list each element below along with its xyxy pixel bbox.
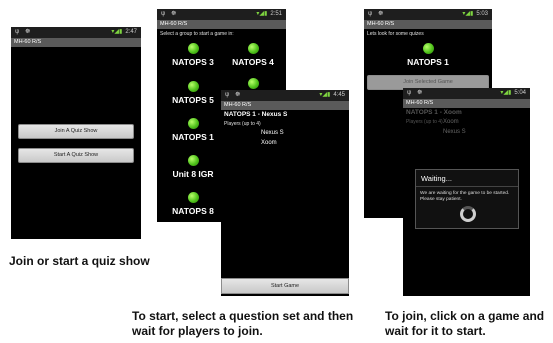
app-title-bar: MH-60 R/S [157, 20, 286, 29]
clock: 5:04 [514, 90, 526, 96]
clock: 4:45 [333, 92, 345, 98]
search-prompt: Lets look for some quizes [367, 31, 424, 37]
clock: 5:03 [476, 11, 488, 17]
green-dot-icon [187, 155, 199, 166]
group-extra-dot[interactable] [223, 78, 283, 89]
dialog-divider [416, 186, 518, 187]
clock: 2:47 [125, 29, 137, 35]
phone-host-lobby: ψ ☸ ▾◢▮ 4:45 MH-60 R/S NATOPS 1 - Nexus S… [221, 90, 349, 296]
phone-main-menu: ψ ☸ ▾◢▮ 2:47 MH-60 R/S Join A Quiz Show S… [11, 27, 141, 239]
group-natops-8[interactable]: NATOPS 8 [163, 192, 223, 216]
dialog-title: Waiting... [421, 174, 452, 183]
green-dot-icon [187, 192, 199, 203]
app-title-bar: MH-60 R/S [364, 20, 492, 29]
caption-join-or-start: Join or start a quiz show [9, 254, 150, 268]
clock: 2:51 [270, 11, 282, 17]
group-unit-8-igr[interactable]: Unit 8 IGR [163, 155, 223, 179]
game-title: NATOPS 1 - Nexus S [224, 111, 288, 118]
status-icons: ψ ☸ [368, 11, 386, 17]
group-natops-5[interactable]: NATOPS 5 [163, 81, 223, 105]
group-natops-4[interactable]: NATOPS 4 [223, 43, 283, 67]
status-bar: ψ ☸ ▾◢▮ 5:03 [364, 9, 492, 20]
player-item: Xoom [261, 140, 277, 146]
status-bar: ψ ☸ ▾◢▮ 4:45 [221, 90, 349, 101]
status-icons: ψ ☸ [15, 29, 33, 35]
player-item: Nexus S [443, 129, 466, 135]
start-game-button[interactable]: Start Game [221, 278, 349, 294]
green-dot-icon [187, 43, 199, 54]
caption-join-instructions: To join, click on a game and wait for it… [385, 309, 545, 338]
signal-icon: ▾◢▮ [319, 92, 331, 98]
player-item: Nexus S [261, 130, 284, 136]
status-bar: ψ ☸ ▾◢▮ 2:47 [11, 27, 141, 38]
players-label: Players (up to 4) [224, 121, 261, 127]
signal-icon: ▾◢▮ [462, 11, 474, 17]
spinner-icon [460, 206, 476, 222]
status-icons: ψ ☸ [225, 92, 243, 98]
waiting-dialog: Waiting... We are waiting for the game t… [415, 169, 519, 229]
players-label: Players (up to 4) [406, 119, 443, 125]
signal-icon: ▾◢▮ [111, 29, 123, 35]
app-title-bar: MH-60 R/S [403, 99, 530, 108]
group-natops-1[interactable]: NATOPS 1 [163, 118, 223, 142]
game-title: NATOPS 1 - Xoom [406, 109, 462, 116]
dialog-message: We are waiting for the game to be starte… [420, 191, 510, 202]
phone-waiting: ψ ☸ ▾◢▮ 5:04 MH-60 R/S NATOPS 1 - Xoom Pl… [403, 88, 530, 296]
green-dot-icon [187, 118, 199, 129]
signal-icon: ▾◢▮ [500, 90, 512, 96]
status-icons: ψ ☸ [407, 90, 425, 96]
player-item: Xoom [443, 119, 459, 125]
start-quiz-show-button[interactable]: Start A Quiz Show [18, 148, 134, 163]
group-prompt: Select a group to start a game in: [160, 31, 234, 37]
join-quiz-show-button[interactable]: Join A Quiz Show [18, 124, 134, 139]
app-title-bar: MH-60 R/S [11, 38, 141, 47]
green-dot-icon [247, 78, 259, 89]
status-icons: ψ ☸ [161, 11, 179, 17]
status-bar: ψ ☸ ▾◢▮ 5:04 [403, 88, 530, 99]
app-title-bar: MH-60 R/S [221, 101, 349, 110]
green-dot-icon [247, 43, 259, 54]
caption-start-instructions: To start, select a question set and then… [132, 309, 354, 338]
green-dot-icon [187, 81, 199, 92]
status-bar: ψ ☸ ▾◢▮ 2:51 [157, 9, 286, 20]
game-natops-1[interactable]: NATOPS 1 [398, 43, 458, 67]
signal-icon: ▾◢▮ [256, 11, 268, 17]
green-dot-icon [422, 43, 434, 54]
group-natops-3[interactable]: NATOPS 3 [163, 43, 223, 67]
